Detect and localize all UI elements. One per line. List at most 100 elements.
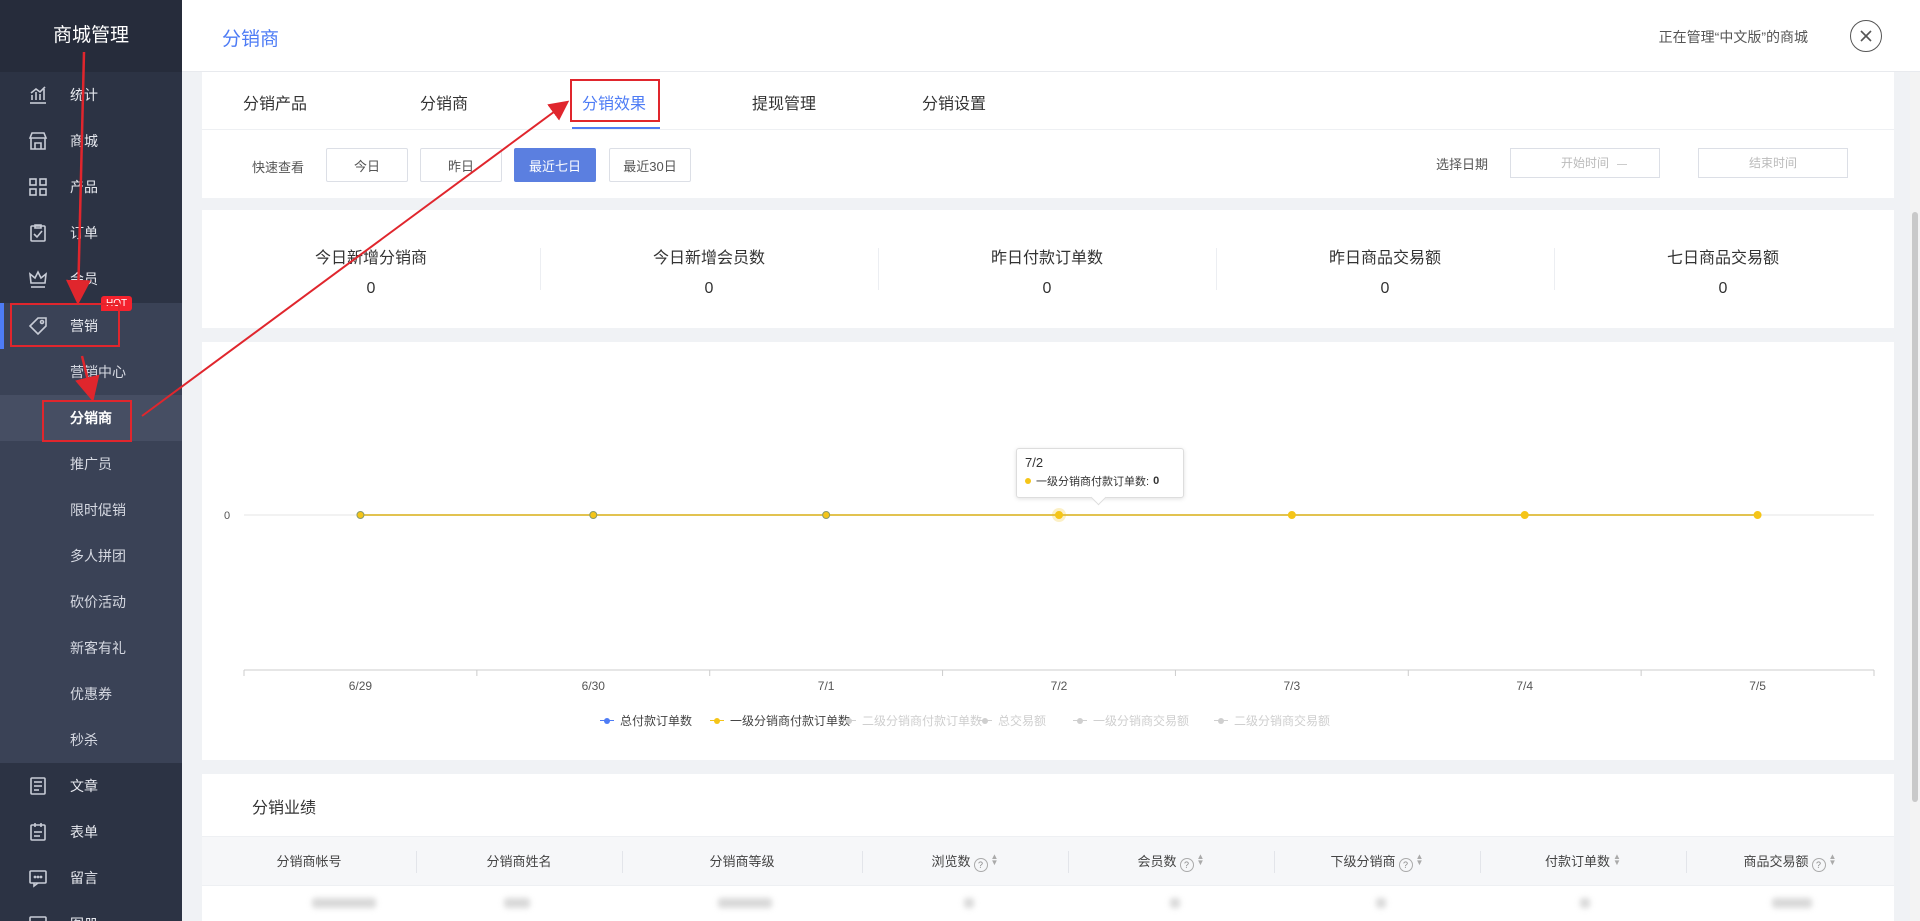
table-column-header[interactable]: 付款订单数 ▲ ▼	[1480, 837, 1686, 887]
stat-label: 昨日付款订单数	[990, 250, 1103, 267]
submenu-flash-sale[interactable]: 限时促销	[0, 487, 182, 533]
last-30-days-button[interactable]: 最近30日	[609, 148, 691, 182]
store-icon	[28, 131, 48, 151]
table-header: 分销商帐号 分销商姓名 分销商等级 浏览数 ?▲ ▼ 会员数 ?▲ ▼ 下级分销商 ?▲ ▼ 付款订单数…	[202, 836, 1894, 886]
legend-label: 总付款订单数	[620, 714, 693, 728]
x-tick-label: 7/2	[1051, 679, 1068, 693]
help-icon[interactable]: ?	[973, 858, 988, 872]
sidebar-item-label: 文章	[70, 778, 98, 794]
legend-marker-icon	[842, 717, 856, 725]
close-icon	[1860, 30, 1872, 42]
data-point	[1055, 511, 1063, 519]
scrollbar-thumb[interactable]	[1912, 212, 1918, 802]
article-icon	[28, 776, 48, 796]
tooltip-title: 7/2	[1025, 455, 1044, 470]
submenu-promoter[interactable]: 推广员	[0, 441, 182, 487]
end-date-input[interactable]: 结束时间	[1698, 148, 1848, 178]
sidebar-item-label: 图册	[70, 914, 98, 921]
sort-icon[interactable]: ▲ ▼	[1416, 853, 1424, 867]
help-icon[interactable]: ?	[1398, 858, 1413, 872]
data-point	[1753, 511, 1762, 519]
help-icon[interactable]: ?	[1811, 858, 1826, 872]
stat-value: 0	[1718, 280, 1728, 297]
tab-distribution-settings[interactable]: 分销设置	[922, 90, 986, 114]
blurred-cell	[1376, 898, 1386, 908]
start-date-input[interactable]: 开始时间	[1510, 148, 1660, 178]
legend-item[interactable]: 一级分销商交易额	[1073, 712, 1189, 729]
help-icon[interactable]: ?	[1179, 858, 1194, 872]
x-tick-label: 7/4	[1516, 679, 1533, 693]
legend-marker-icon	[1073, 717, 1087, 725]
table-column-header[interactable]: 商品交易额 ?▲ ▼	[1686, 837, 1894, 887]
sidebar-item-articles[interactable]: 文章	[0, 763, 182, 809]
sidebar-item-forms[interactable]: 表单	[0, 809, 182, 855]
legend-item[interactable]: 二级分销商付款订单数	[842, 712, 982, 729]
sidebar-item-stats[interactable]: 统计	[0, 72, 182, 118]
table-column-header[interactable]: 浏览数 ?▲ ▼	[862, 837, 1068, 887]
stat-label: 今日新增分销商	[314, 250, 427, 267]
stat-card: 今日新增会员数 0	[540, 210, 878, 328]
managing-store-text: 正在管理“中文版”的商城	[1658, 29, 1808, 45]
column-label: 会员数	[1137, 854, 1177, 869]
page-scrollbar[interactable]	[1910, 72, 1920, 921]
tab-bar: 分销产品 分销商 分销效果 提现管理 分销设置	[202, 72, 1894, 130]
legend-item[interactable]: 一级分销商付款订单数	[710, 712, 850, 729]
legend-label: 一级分销商付款订单数	[730, 714, 851, 728]
tab-distributors[interactable]: 分销商	[420, 90, 468, 114]
tooltip-dot	[1025, 478, 1031, 484]
submenu-marketing-center[interactable]: 营销中心	[0, 349, 182, 395]
sidebar-item-orders[interactable]: 订单	[0, 210, 182, 256]
active-tab-indicator	[572, 127, 660, 129]
submenu-new-customer-gift[interactable]: 新客有礼	[0, 625, 182, 671]
close-button[interactable]	[1850, 20, 1882, 52]
sidebar-item-album[interactable]: 图册	[0, 901, 182, 921]
sidebar-item-products[interactable]: 产品	[0, 164, 182, 210]
submenu-group-buy[interactable]: 多人拼团	[0, 533, 182, 579]
stat-label: 七日商品交易额	[1666, 250, 1779, 267]
stat-card: 昨日商品交易额 0	[1216, 210, 1554, 328]
sidebar-item-label: 订单	[70, 225, 98, 241]
tab-distribution-products[interactable]: 分销产品	[243, 90, 307, 114]
column-label: 分销商姓名	[486, 854, 552, 869]
data-point	[1287, 511, 1296, 519]
sidebar-item-store[interactable]: 商城	[0, 118, 182, 164]
data-point	[822, 511, 831, 519]
last-7-days-button[interactable]: 最近七日	[514, 148, 596, 182]
legend-item[interactable]: 二级分销商交易额	[1214, 712, 1330, 729]
sidebar-item-label: 表单	[70, 824, 98, 840]
tooltip-value: 0	[1153, 475, 1160, 487]
blurred-cell	[504, 898, 530, 908]
table-column-header: 分销商帐号	[202, 837, 416, 887]
yesterday-button[interactable]: 昨日	[420, 148, 502, 182]
x-tick-label: 7/3	[1284, 679, 1301, 693]
annotation-box-distributor	[42, 400, 132, 442]
line-chart[interactable]: 0 6/29 6/30 7/1 7/2 7/3 7/4 7/5	[202, 342, 1894, 760]
table-column-header: 分销商等级	[622, 837, 862, 887]
stat-value: 0	[366, 280, 376, 297]
sort-icon[interactable]: ▲ ▼	[991, 853, 999, 867]
legend-item[interactable]: 总交易额	[978, 712, 1046, 729]
sidebar-item-label: 会员	[70, 271, 98, 287]
blurred-cell	[964, 898, 974, 908]
tab-withdrawal-management[interactable]: 提现管理	[752, 90, 816, 114]
submenu-bargain[interactable]: 砍价活动	[0, 579, 182, 625]
legend-marker-icon	[710, 717, 724, 725]
x-tick-label: 6/30	[582, 679, 606, 693]
table-column-header[interactable]: 下级分销商 ?▲ ▼	[1274, 837, 1480, 887]
submenu-seckill[interactable]: 秒杀	[0, 717, 182, 763]
submenu-coupon[interactable]: 优惠券	[0, 671, 182, 717]
blurred-cell	[1170, 898, 1180, 908]
sort-icon[interactable]: ▲ ▼	[1613, 853, 1621, 867]
chart-icon	[28, 85, 48, 105]
tabs-filter-panel: 分销产品 分销商 分销效果 提现管理 分销设置 快速查看 今日 昨日 最近七日 …	[202, 72, 1894, 198]
sort-icon[interactable]: ▲ ▼	[1829, 853, 1837, 867]
sidebar-item-label: 产品	[70, 179, 98, 195]
table-column-header[interactable]: 会员数 ?▲ ▼	[1068, 837, 1274, 887]
today-button[interactable]: 今日	[326, 148, 408, 182]
sidebar-item-members[interactable]: 会员	[0, 256, 182, 302]
legend-item[interactable]: 总付款订单数	[600, 712, 692, 729]
tooltip-row: 一级分销商付款订单数: 0	[1025, 473, 1175, 489]
sort-icon[interactable]: ▲ ▼	[1197, 853, 1205, 867]
sidebar-item-messages[interactable]: 留言	[0, 855, 182, 901]
blurred-cell	[718, 898, 772, 908]
